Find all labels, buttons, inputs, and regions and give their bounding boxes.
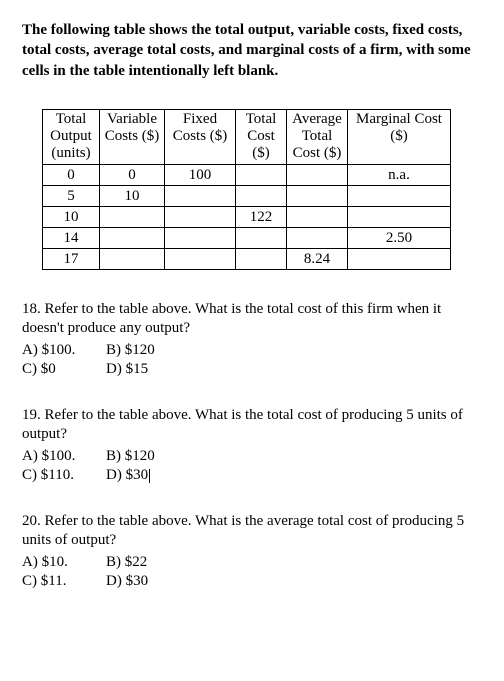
cell-tc bbox=[236, 164, 287, 185]
question-options: A) $100. B) $120 C) $0 D) $15 bbox=[22, 341, 482, 380]
header-output: Total Output (units) bbox=[43, 109, 100, 164]
option-a: A) $100. bbox=[22, 447, 84, 467]
text-cursor bbox=[149, 469, 150, 483]
table-row: 17 8.24 bbox=[43, 248, 451, 269]
cell-vc: 0 bbox=[100, 164, 165, 185]
cell-output: 5 bbox=[43, 185, 100, 206]
cell-output: 10 bbox=[43, 206, 100, 227]
question-number: 19. bbox=[22, 407, 41, 423]
question-stem: Refer to the table above. What is the to… bbox=[22, 301, 441, 337]
option-c: C) $0 bbox=[22, 360, 84, 380]
cell-mc bbox=[348, 206, 451, 227]
cell-mc bbox=[348, 248, 451, 269]
cell-vc bbox=[100, 227, 165, 248]
cell-tc bbox=[236, 185, 287, 206]
table-row: 5 10 bbox=[43, 185, 451, 206]
cell-output: 0 bbox=[43, 164, 100, 185]
question-20: 20. Refer to the table above. What is th… bbox=[22, 512, 482, 592]
option-d: D) $15 bbox=[106, 360, 148, 380]
table-row: 0 0 100 n.a. bbox=[43, 164, 451, 185]
cell-tc bbox=[236, 227, 287, 248]
question-stem: Refer to the table above. What is the to… bbox=[22, 407, 463, 443]
cost-table: Total Output (units) Variable Costs ($) … bbox=[42, 109, 451, 270]
intro-paragraph: The following table shows the total outp… bbox=[22, 20, 482, 81]
table-row: 10 122 bbox=[43, 206, 451, 227]
cell-atc bbox=[287, 206, 348, 227]
question-number: 20. bbox=[22, 513, 41, 529]
question-number: 18. bbox=[22, 301, 41, 317]
cell-fc bbox=[165, 227, 236, 248]
cell-output: 17 bbox=[43, 248, 100, 269]
question-stem: Refer to the table above. What is the av… bbox=[22, 513, 464, 549]
cell-fc: 100 bbox=[165, 164, 236, 185]
cell-atc bbox=[287, 227, 348, 248]
cell-mc bbox=[348, 185, 451, 206]
option-c: C) $110. bbox=[22, 466, 84, 486]
cell-fc bbox=[165, 185, 236, 206]
option-d: D) $30 bbox=[106, 572, 148, 592]
header-total-cost: Total Cost ($) bbox=[236, 109, 287, 164]
cell-fc bbox=[165, 248, 236, 269]
option-b: B) $120 bbox=[106, 447, 155, 467]
header-marginal-cost: Marginal Cost ($) bbox=[348, 109, 451, 164]
header-fixed-costs: Fixed Costs ($) bbox=[165, 109, 236, 164]
cell-tc: 122 bbox=[236, 206, 287, 227]
option-a: A) $10. bbox=[22, 553, 84, 573]
question-18: 18. Refer to the table above. What is th… bbox=[22, 300, 482, 380]
cell-tc bbox=[236, 248, 287, 269]
option-b: B) $22 bbox=[106, 553, 147, 573]
option-c: C) $11. bbox=[22, 572, 84, 592]
question-options: A) $100. B) $120 C) $110. D) $30 bbox=[22, 447, 482, 486]
option-d: D) $30 bbox=[106, 466, 150, 486]
cell-fc bbox=[165, 206, 236, 227]
header-average-total-cost: Average Total Cost ($) bbox=[287, 109, 348, 164]
cell-atc: 8.24 bbox=[287, 248, 348, 269]
question-options: A) $10. B) $22 C) $11. D) $30 bbox=[22, 553, 482, 592]
option-a: A) $100. bbox=[22, 341, 84, 361]
question-19: 19. Refer to the table above. What is th… bbox=[22, 406, 482, 486]
cell-vc bbox=[100, 206, 165, 227]
cell-mc: n.a. bbox=[348, 164, 451, 185]
table-row: 14 2.50 bbox=[43, 227, 451, 248]
cell-atc bbox=[287, 164, 348, 185]
cell-vc: 10 bbox=[100, 185, 165, 206]
cell-output: 14 bbox=[43, 227, 100, 248]
option-b: B) $120 bbox=[106, 341, 155, 361]
header-variable-costs: Variable Costs ($) bbox=[100, 109, 165, 164]
cell-atc bbox=[287, 185, 348, 206]
cell-vc bbox=[100, 248, 165, 269]
cell-mc: 2.50 bbox=[348, 227, 451, 248]
